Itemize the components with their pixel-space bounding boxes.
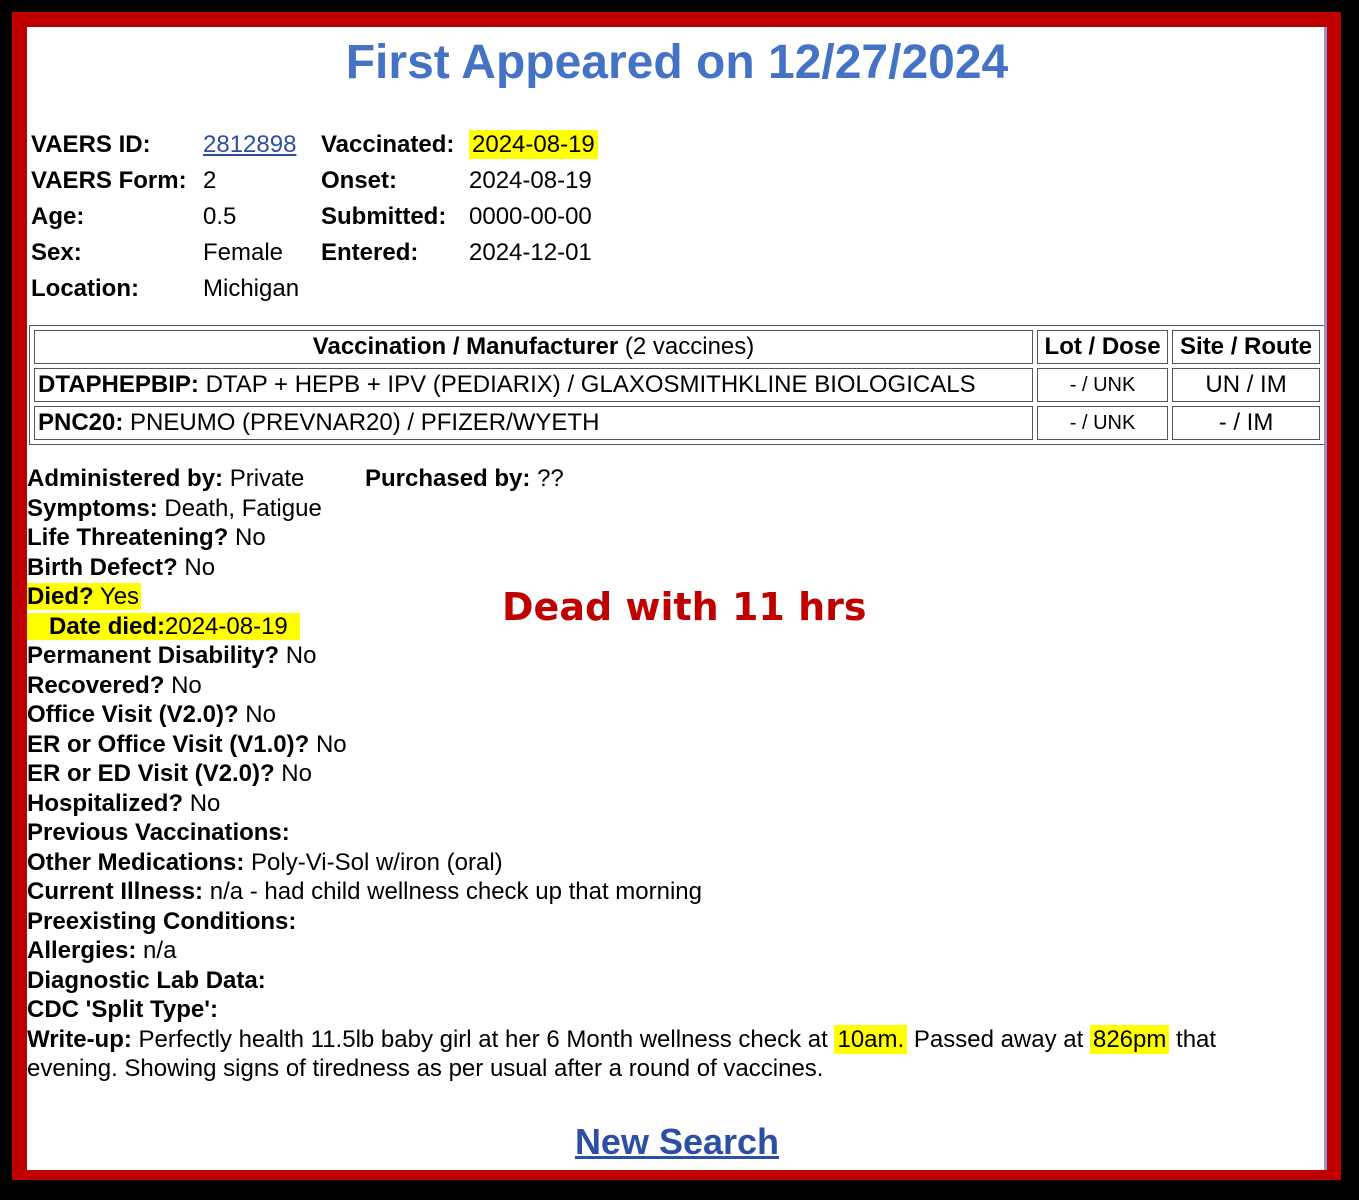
symptoms-line: Symptoms: Death, Fatigue [27, 494, 322, 522]
administered-by-line: Administered by: Private [27, 465, 305, 492]
recovered-line: Recovered? No [27, 671, 202, 699]
onset-label: Onset: [321, 167, 398, 194]
site-route-header: Site / Route [1172, 330, 1320, 364]
age-label: Age: [31, 203, 85, 230]
vaccinated-label: Vaccinated: [321, 131, 455, 158]
page-title: First Appeared on 12/27/2024 [345, 36, 1009, 89]
vaccine-cell: DTAPHEPBIP: DTAP + HEPB + IPV (PEDIARIX)… [34, 368, 1034, 402]
hospitalized-line: Hospitalized? No [27, 789, 221, 817]
lot-dose-header: Lot / Dose [1037, 330, 1169, 364]
report-info-table: VAERS ID: 2812898 Vaccinated: 2024-08-19… [31, 127, 598, 307]
diagnostic-lab-line: Diagnostic Lab Data: [27, 966, 266, 994]
submitted-date: 0000-00-00 [469, 203, 592, 230]
vaccine-cell: PNC20: PNEUMO (PREVNAR20) / PFIZER/WYETH [34, 406, 1034, 440]
vaccine-code: DTAPHEPBIP: [38, 371, 199, 398]
lot-dose-cell: - / UNK [1037, 406, 1169, 440]
annotation-text: Dead with 11 hrs [502, 585, 867, 629]
life-threatening-line: Life Threatening? No [27, 524, 266, 551]
vaccine-count: (2 vaccines) [624, 333, 755, 360]
vaers-id-label: VAERS ID: [31, 131, 151, 158]
vaers-form-label: VAERS Form: [31, 167, 187, 194]
vaccination-table: Vaccination / Manufacturer (2 vaccines) … [29, 325, 1325, 445]
submitted-label: Submitted: [321, 203, 447, 230]
table-row: PNC20: PNEUMO (PREVNAR20) / PFIZER/WYETH… [34, 406, 1320, 440]
er-office-visit-line: ER or Office Visit (V1.0)? No [27, 730, 347, 758]
vaccine-description: DTAP + HEPB + IPV (PEDIARIX) / GLAXOSMIT… [205, 371, 976, 398]
preexisting-conditions-line: Preexisting Conditions: [27, 907, 297, 935]
date-died-value: 2024-08-19 [165, 612, 288, 640]
vaccine-code: PNC20: [38, 409, 124, 436]
vaers-form-value: 2 [203, 167, 217, 194]
onset-date: 2024-08-19 [469, 167, 592, 194]
writeup-time-morning: 10am. [834, 1024, 908, 1054]
vaccination-header: Vaccination / Manufacturer (2 vaccines) [34, 330, 1034, 364]
new-search-container: New Search [27, 1121, 1327, 1163]
site-route-cell: UN / IM [1172, 368, 1320, 402]
age-value: 0.5 [203, 203, 237, 230]
sex-value: Female [203, 239, 284, 266]
location-value: Michigan [203, 275, 300, 302]
died-value: Yes [99, 583, 140, 610]
writeup-text: Write-up: Perfectly health 11.5lb baby g… [27, 1024, 1217, 1082]
lot-dose-cell: - / UNK [1037, 368, 1169, 402]
writeup-time-evening: 826pm [1089, 1024, 1170, 1054]
location-label: Location: [31, 275, 139, 302]
entered-label: Entered: [321, 239, 419, 266]
vaccine-description: PNEUMO (PREVNAR20) / PFIZER/WYETH [130, 409, 600, 436]
administered-by-value: Private [229, 465, 305, 492]
purchased-by-value: ?? [537, 465, 564, 492]
previous-vaccinations-line: Previous Vaccinations: [27, 819, 290, 846]
other-medications-line: Other Medications: Poly-Vi-Sol w/iron (o… [27, 848, 503, 876]
sex-label: Sex: [31, 239, 82, 266]
permanent-disability-line: Permanent Disability? No [27, 642, 317, 669]
vaccinated-date: 2024-08-19 [469, 130, 598, 159]
birth-defect-line: Birth Defect? No [27, 553, 216, 581]
er-ed-visit-line: ER or ED Visit (V2.0)? No [27, 760, 312, 787]
site-route-cell: - / IM [1172, 406, 1320, 440]
purchased-by-line: Purchased by: ?? [365, 465, 564, 492]
allergies-line: Allergies: n/a [27, 937, 177, 964]
report-page: First Appeared on 12/27/2024 VAERS ID: 2… [27, 27, 1327, 1170]
table-row: DTAPHEPBIP: DTAP + HEPB + IPV (PEDIARIX)… [34, 368, 1320, 402]
symptoms-value: Death, Fatigue [164, 494, 322, 522]
office-visit-line: Office Visit (V2.0)? No [27, 701, 276, 728]
current-illness-line: Current Illness: n/a - had child wellnes… [27, 878, 702, 905]
report-details: Administered by: Private Purchased by: ?… [27, 464, 1317, 1084]
new-search-link[interactable]: New Search [575, 1121, 779, 1162]
entered-date: 2024-12-01 [469, 239, 592, 266]
split-type-line: CDC 'Split Type': [27, 996, 218, 1023]
vaers-id-link[interactable]: 2812898 [203, 131, 296, 158]
